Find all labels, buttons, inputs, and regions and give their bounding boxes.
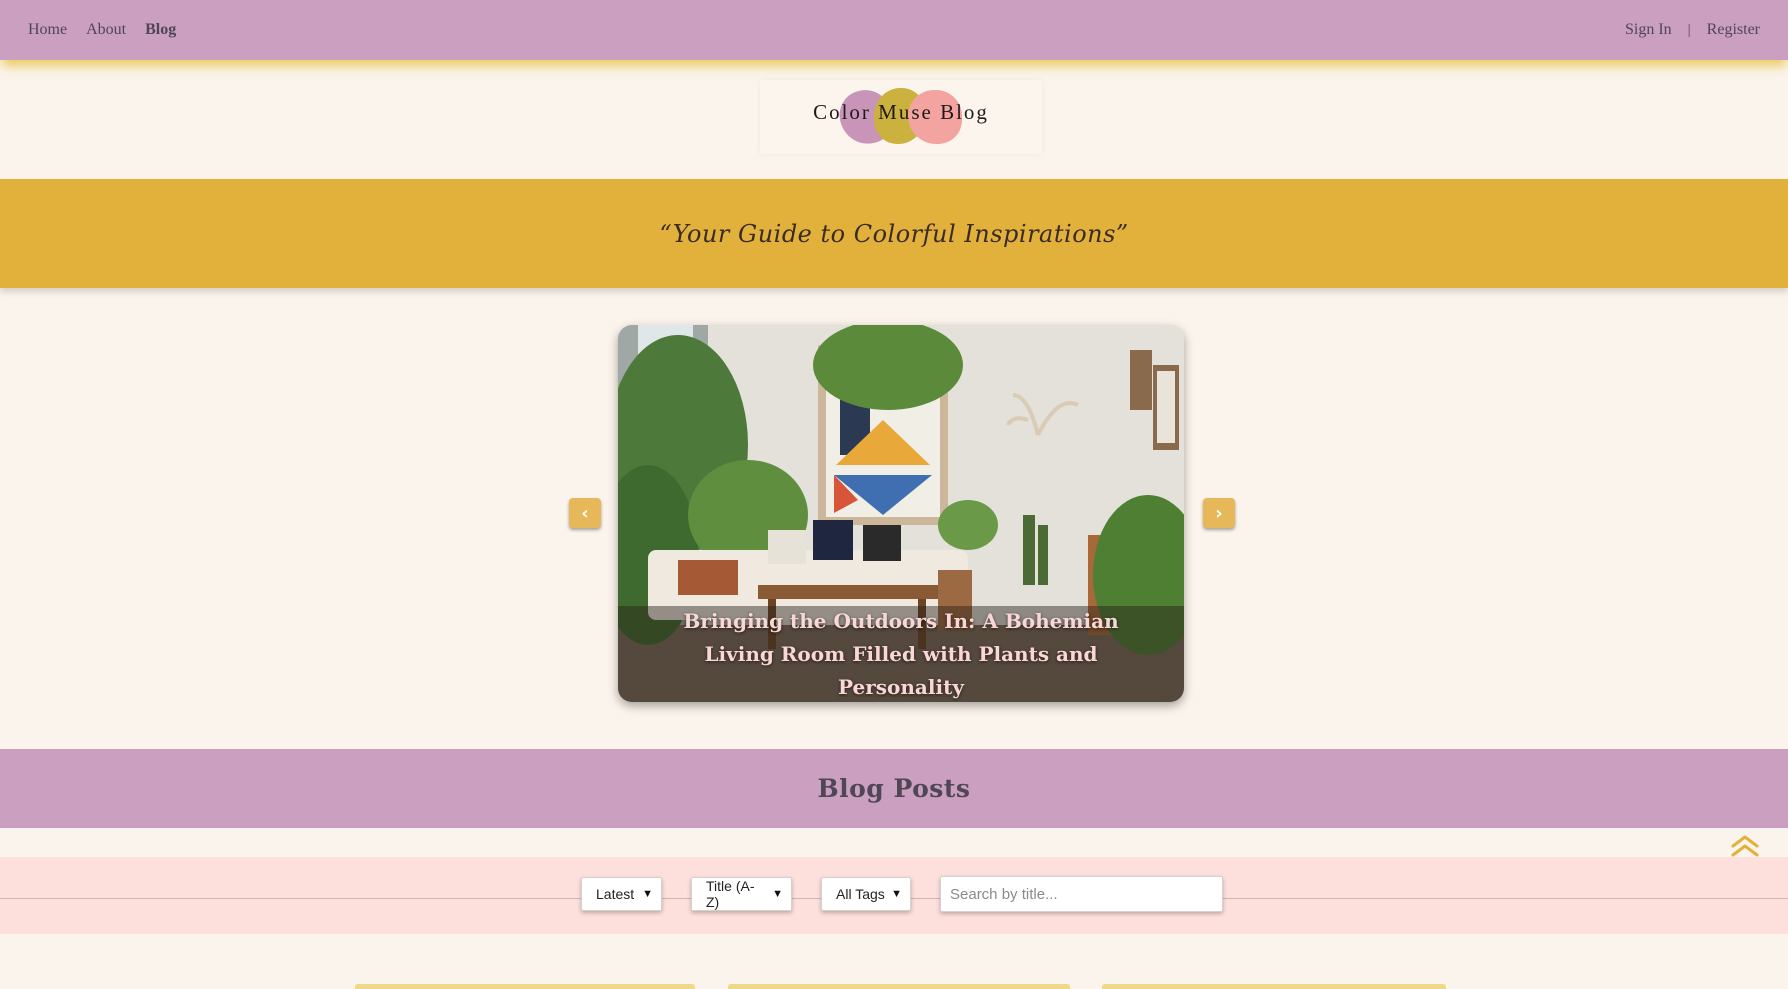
- chevron-right-icon: ›: [1215, 502, 1223, 524]
- section-title: Blog Posts: [817, 774, 971, 803]
- double-chevron-up-icon: [1731, 835, 1759, 857]
- nav-separator: |: [1687, 21, 1691, 38]
- post-card[interactable]: [728, 984, 1070, 989]
- title-sort-value: Title (A-Z): [706, 878, 755, 910]
- main-nav: Home About Blog: [28, 21, 195, 39]
- back-to-top-button[interactable]: [1730, 834, 1760, 858]
- chevron-down-icon: ▼: [642, 888, 653, 900]
- nav-link-home[interactable]: Home: [28, 21, 67, 39]
- chevron-left-icon: ‹: [581, 502, 589, 524]
- chevron-down-icon: ▼: [772, 888, 783, 900]
- sort-order-value: Latest: [596, 886, 635, 902]
- top-nav: Home About Blog Sign In | Register: [0, 0, 1788, 60]
- register-link[interactable]: Register: [1707, 21, 1760, 39]
- tags-value: All Tags: [836, 886, 885, 902]
- sort-order-select[interactable]: Latest ▼: [581, 877, 662, 911]
- blog-posts-header: Blog Posts: [0, 749, 1788, 828]
- search-input[interactable]: [940, 876, 1223, 912]
- title-sort-select[interactable]: Title (A-Z) ▼: [691, 877, 792, 911]
- nav-link-blog[interactable]: Blog: [145, 21, 176, 39]
- featured-carousel[interactable]: Bringing the Outdoors In: A Bohemian Liv…: [618, 325, 1184, 702]
- sign-in-link[interactable]: Sign In: [1625, 21, 1672, 39]
- auth-links: Sign In | Register: [1625, 21, 1760, 39]
- tagline: “Your Guide to Colorful Inspirations”: [659, 219, 1129, 248]
- logo-text: Color Muse Blog: [813, 100, 989, 124]
- chevron-down-icon: ▼: [891, 888, 902, 900]
- filter-bar: Latest ▼ Title (A-Z) ▼ All Tags ▼: [0, 857, 1788, 934]
- site-logo[interactable]: Color Muse Blog: [760, 80, 1042, 154]
- carousel-caption-title[interactable]: Bringing the Outdoors In: A Bohemian Liv…: [658, 605, 1144, 703]
- carousel-next-button[interactable]: ›: [1203, 498, 1235, 528]
- tags-select[interactable]: All Tags ▼: [821, 877, 911, 911]
- carousel-caption[interactable]: Bringing the Outdoors In: A Bohemian Liv…: [618, 606, 1184, 702]
- post-card[interactable]: [1102, 984, 1446, 989]
- nav-link-about[interactable]: About: [86, 21, 126, 39]
- post-card[interactable]: [355, 984, 695, 989]
- tagline-banner: “Your Guide to Colorful Inspirations”: [0, 179, 1788, 288]
- carousel-prev-button[interactable]: ‹: [569, 498, 601, 528]
